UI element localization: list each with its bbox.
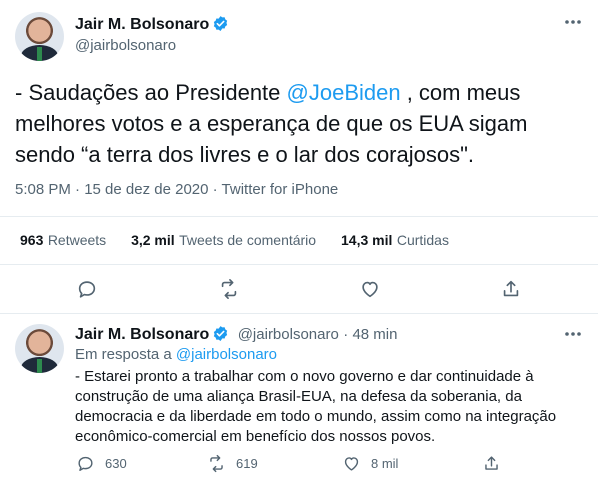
likes-stat[interactable]: 14,3 mil Curtidas — [341, 232, 449, 249]
in-reply-to: Em resposta a @jairbolsonaro — [75, 346, 277, 363]
like-icon[interactable] — [358, 277, 382, 301]
reply-text: - Estarei pronto a trabalhar com o novo … — [75, 367, 556, 447]
likes-count: 14,3 mil — [341, 232, 393, 248]
author-name[interactable]: Jair M. Bolsonaro — [75, 16, 209, 33]
likes-label: Curtidas — [396, 232, 449, 248]
reply-retweets-count: 619 — [236, 455, 258, 471]
quotes-stat[interactable]: 3,2 mil Tweets de comentário — [131, 232, 316, 249]
tweet-text-post: , com meus — [400, 80, 521, 105]
in-reply-handle-link[interactable]: @jairbolsonaro — [176, 346, 277, 363]
reply-header: Jair M. Bolsonaro @jairbolsonaro · 48 mi… — [75, 325, 397, 347]
share-icon[interactable] — [499, 277, 523, 301]
reply-icon[interactable] — [75, 277, 99, 301]
quotes-count: 3,2 mil — [131, 232, 175, 248]
reply-more-options-icon[interactable] — [563, 324, 583, 349]
divider — [0, 313, 598, 314]
divider — [0, 264, 598, 265]
more-options-icon[interactable] — [563, 12, 583, 37]
reply-retweet-action[interactable]: 619 — [206, 453, 258, 473]
retweet-icon — [206, 453, 226, 473]
reply-text-line-1: - Estarei pronto a trabalhar com o novo … — [75, 368, 534, 385]
retweet-icon[interactable] — [217, 277, 241, 301]
divider — [0, 216, 598, 217]
reply-author-avatar[interactable] — [15, 324, 64, 373]
author-handle[interactable]: @jairbolsonaro — [75, 37, 176, 54]
tweet-text-line-3: sendo “a terra dos livres e o lar dos co… — [15, 142, 475, 167]
reply-icon — [75, 453, 95, 473]
reply-like-action[interactable]: 8 mil — [341, 453, 398, 473]
verified-badge-icon — [212, 325, 229, 347]
tweet-stats: 963 Retweets 3,2 mil Tweets de comentári… — [20, 232, 449, 250]
avatar-tie — [37, 47, 42, 61]
reply-replies-count: 630 — [105, 455, 127, 471]
reply-share-action[interactable] — [481, 453, 501, 473]
reply-text-line-4: econômico-comercial em benefício dos nos… — [75, 428, 436, 445]
tweet-text-line-2: melhores votos e a esperança de que os E… — [15, 111, 528, 136]
avatar-tie — [37, 359, 42, 373]
share-icon — [481, 453, 501, 473]
like-icon — [341, 453, 361, 473]
author-name-row: Jair M. Bolsonaro — [75, 15, 229, 37]
in-reply-prefix: Em resposta a — [75, 346, 176, 363]
retweets-stat[interactable]: 963 Retweets — [20, 232, 106, 249]
mention-link[interactable]: @JoeBiden — [287, 80, 401, 105]
reply-text-line-2: construção de uma aliança Brasil-EUA, na… — [75, 388, 522, 405]
tweet-text-line-1: - Saudações ao Presidente @JoeBiden , co… — [15, 77, 527, 108]
reply-reply-action[interactable]: 630 — [75, 453, 127, 473]
reply-text-line-3: democracia e da liberdade em todo o mund… — [75, 408, 557, 425]
quotes-label: Tweets de comentário — [179, 232, 317, 248]
tweet-text-pre: - Saudações ao Presidente — [15, 80, 287, 105]
reply-author-handle[interactable]: @jairbolsonaro — [238, 326, 339, 343]
reply-likes-count: 8 mil — [371, 455, 399, 471]
reply-timestamp[interactable]: · 48 min — [343, 326, 397, 343]
retweets-label: Retweets — [47, 232, 107, 248]
verified-badge-icon — [212, 15, 229, 37]
tweet-text: - Saudações ao Presidente @JoeBiden , co… — [15, 77, 527, 170]
reply-author-name[interactable]: Jair M. Bolsonaro — [75, 326, 209, 343]
author-avatar[interactable] — [15, 12, 64, 61]
retweets-count: 963 — [20, 232, 44, 248]
tweet-meta[interactable]: 5:08 PM · 15 de dez de 2020 · Twitter fo… — [15, 181, 338, 198]
